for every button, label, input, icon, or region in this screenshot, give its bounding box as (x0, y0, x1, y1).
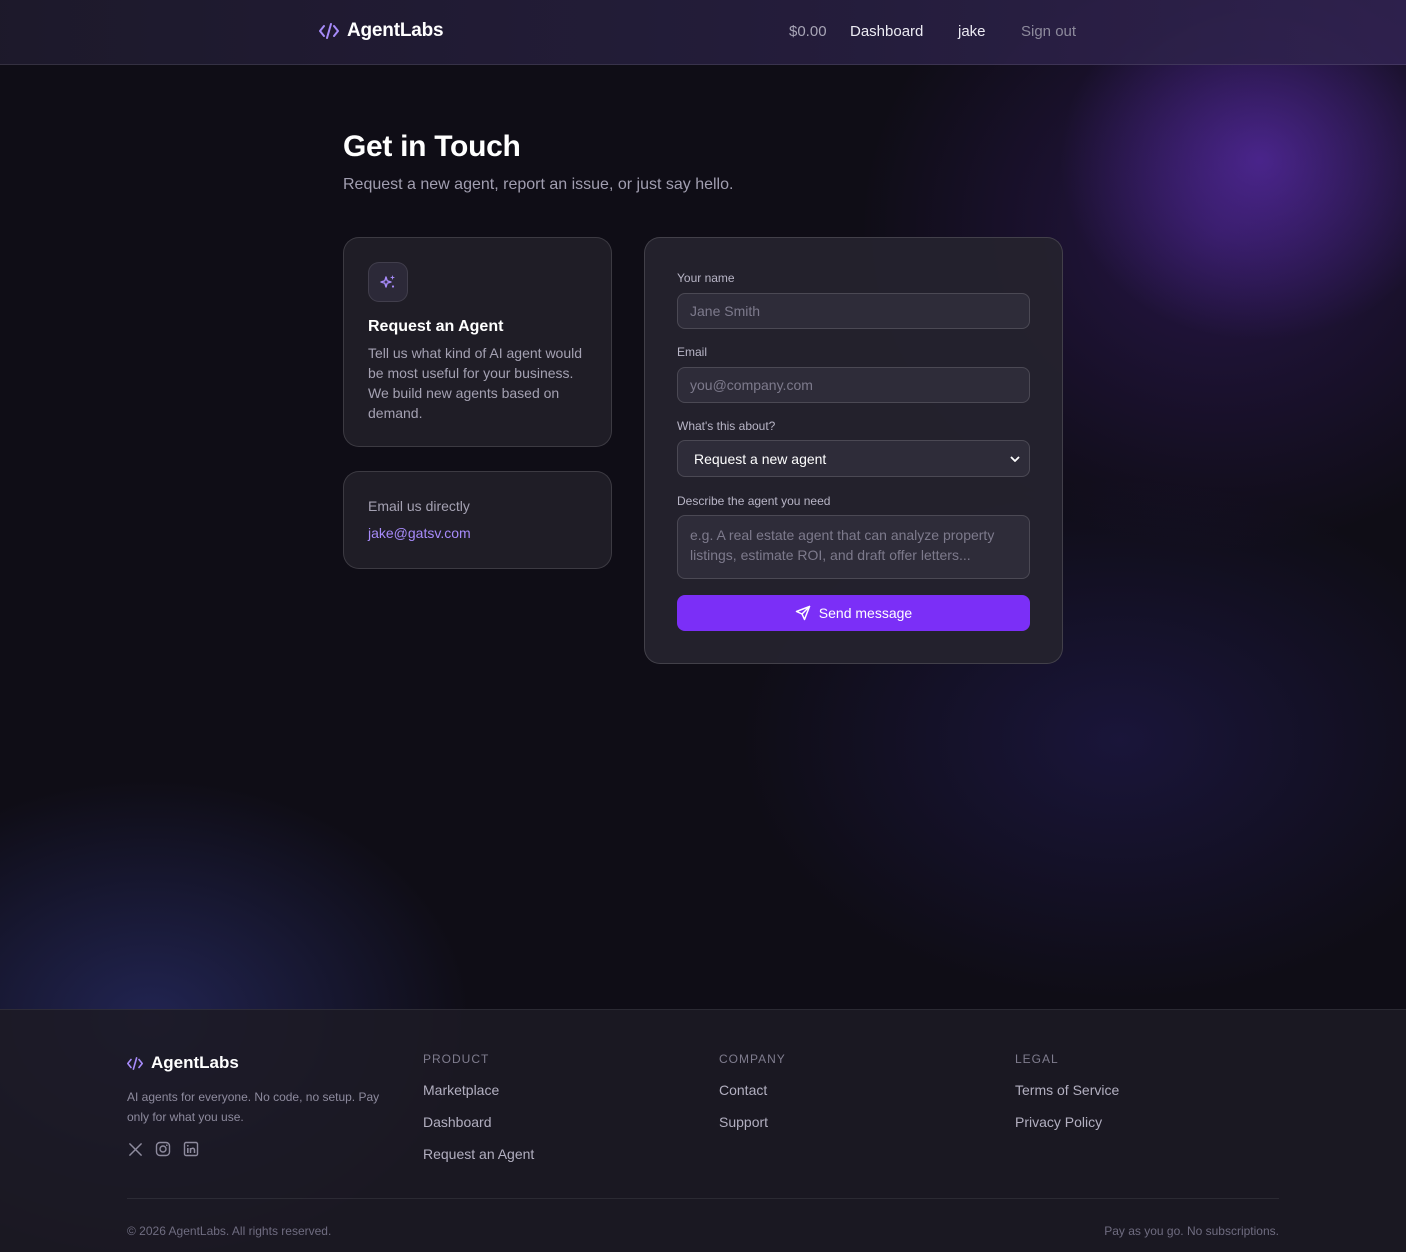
code-icon (319, 21, 339, 41)
chevron-down-icon (1009, 452, 1021, 464)
nav-dashboard-link[interactable]: Dashboard (850, 23, 923, 40)
topic-label: What's this about? (677, 419, 776, 433)
footer-column-company: COMPANY Contact Support (719, 1052, 786, 1146)
footer-heading-legal: LEGAL (1015, 1052, 1059, 1066)
footer-brand-name: AgentLabs (151, 1053, 239, 1072)
nav-user-link[interactable]: jake (958, 23, 986, 40)
request-agent-card: Request an Agent Tell us what kind of AI… (343, 237, 612, 447)
footer-link-dashboard[interactable]: Dashboard (423, 1114, 534, 1132)
email-input[interactable] (677, 367, 1030, 403)
email-directly-card: Email us directly jake@gatsv.com (343, 471, 612, 569)
instagram-icon[interactable] (155, 1141, 171, 1157)
name-input[interactable] (677, 293, 1030, 329)
contact-email-link[interactable]: jake@gatsv.com (368, 525, 471, 541)
footer-link-terms[interactable]: Terms of Service (1015, 1082, 1119, 1100)
brand-logo[interactable]: AgentLabs (319, 20, 444, 42)
footer-link-contact[interactable]: Contact (719, 1082, 786, 1100)
balance-display: $0.00 (789, 23, 827, 40)
name-label: Your name (677, 271, 735, 285)
footer-column-legal: LEGAL Terms of Service Privacy Policy (1015, 1052, 1119, 1146)
request-agent-description: Tell us what kind of AI agent would be m… (368, 345, 583, 421)
top-nav: AgentLabs $0.00 Dashboard jake Sign out (0, 0, 1406, 65)
footer-link-marketplace[interactable]: Marketplace (423, 1082, 534, 1100)
site-footer: AgentLabs AI agents for everyone. No cod… (0, 1009, 1406, 1252)
sparkles-icon (368, 262, 408, 302)
footer-link-privacy[interactable]: Privacy Policy (1015, 1114, 1119, 1132)
footer-tagline: AI agents for everyone. No code, no setu… (127, 1090, 380, 1124)
code-icon (127, 1056, 143, 1070)
footer-link-support[interactable]: Support (719, 1114, 786, 1132)
page-title: Get in Touch (343, 130, 521, 163)
send-icon (795, 605, 811, 621)
topic-select[interactable]: Request a new agent (677, 440, 1030, 477)
describe-textarea[interactable] (677, 515, 1030, 579)
linkedin-icon[interactable] (183, 1141, 199, 1157)
request-agent-title: Request an Agent (368, 318, 504, 335)
send-message-button[interactable]: Send message (677, 595, 1030, 631)
footer-heading-company: COMPANY (719, 1052, 786, 1066)
footer-divider (127, 1198, 1279, 1199)
pricing-note: Pay as you go. No subscriptions. (1104, 1224, 1279, 1238)
footer-heading-product: PRODUCT (423, 1052, 490, 1066)
page-subtitle: Request a new agent, report an issue, or… (343, 176, 734, 193)
email-directly-label: Email us directly (368, 498, 470, 514)
footer-brand[interactable]: AgentLabs (127, 1053, 239, 1073)
contact-form: Your name Email What's this about? Reque… (644, 237, 1063, 664)
footer-link-request-agent[interactable]: Request an Agent (423, 1146, 534, 1164)
sign-out-button[interactable]: Sign out (1021, 23, 1076, 40)
copyright-text: © 2026 AgentLabs. All rights reserved. (127, 1224, 332, 1238)
describe-label: Describe the agent you need (677, 494, 831, 508)
brand-name: AgentLabs (347, 20, 444, 41)
social-links (127, 1141, 199, 1157)
x-icon[interactable] (127, 1141, 143, 1157)
send-message-label: Send message (818, 605, 913, 621)
email-label: Email (677, 345, 708, 359)
footer-column-product: PRODUCT Marketplace Dashboard Request an… (423, 1052, 534, 1178)
topic-select-value: Request a new agent (694, 450, 827, 467)
